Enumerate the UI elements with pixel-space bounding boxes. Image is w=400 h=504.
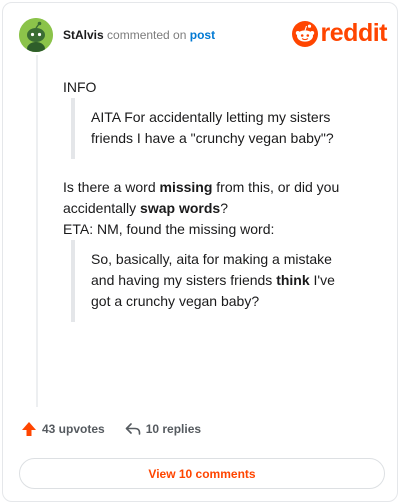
blockquote: AITA For accidentally letting my sisters… <box>71 98 353 159</box>
reply-arrow-icon <box>125 423 141 435</box>
reddit-logo[interactable]: reddit <box>291 19 388 48</box>
reddit-wordmark: reddit <box>320 19 388 47</box>
quote-text: So, basically, aita for making a mistake… <box>91 249 353 312</box>
text-span: ? <box>220 200 228 216</box>
username-link[interactable]: StAlvis <box>63 28 104 42</box>
bold-text: think <box>276 272 310 288</box>
reddit-snoo-logo-icon <box>291 20 318 47</box>
quote-text: AITA For accidentally letting my sisters… <box>91 109 334 146</box>
comment-meta: StAlvis commented on post <box>63 28 215 42</box>
comment-paragraph: Is there a word missing from this, or di… <box>63 177 353 219</box>
text-span: Is there a word <box>63 179 160 195</box>
thread-line[interactable] <box>36 55 38 407</box>
snoo-avatar-icon[interactable] <box>19 18 53 52</box>
comment-body: INFO AITA For accidentally letting my si… <box>63 77 353 340</box>
reply-button[interactable]: 10 replies <box>125 421 201 437</box>
comment-paragraph: INFO <box>63 79 97 95</box>
bold-text: swap words <box>140 200 221 216</box>
comment-paragraph: ETA: NM, found the missing word: <box>63 221 275 237</box>
comment-actions: 43 upvotes 10 replies <box>21 421 201 437</box>
view-comments-button[interactable]: View 10 comments <box>19 458 385 489</box>
commented-on-text: commented on <box>107 28 187 42</box>
comment-header: StAlvis commented on post reddit <box>19 17 388 53</box>
upvote-count: 43 upvotes <box>42 422 105 436</box>
reply-count: 10 replies <box>145 422 202 436</box>
upvote-arrow-icon <box>22 422 36 436</box>
bold-text: missing <box>159 179 213 195</box>
blockquote: So, basically, aita for making a mistake… <box>71 240 353 322</box>
comment-card: StAlvis commented on post reddit INFO AI… <box>2 2 398 502</box>
upvote-button[interactable]: 43 upvotes <box>21 421 105 437</box>
post-link[interactable]: post <box>190 28 215 42</box>
